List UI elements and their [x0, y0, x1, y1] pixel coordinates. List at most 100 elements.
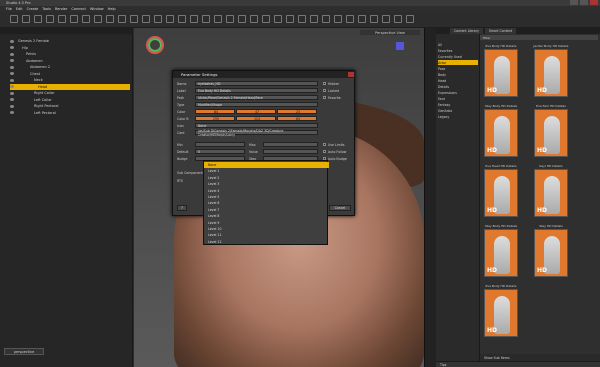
checkbox-auto-follow[interactable] [323, 150, 326, 153]
color-channel-field[interactable]: 64 [277, 116, 317, 121]
show-sub-items-checkbox[interactable]: Show Sub Items [480, 354, 600, 361]
dropdown-option[interactable]: Level 11 [204, 232, 329, 238]
checkbox-locked[interactable] [323, 89, 326, 92]
field-type[interactable]: Modifier/Shape [195, 102, 318, 107]
category-item[interactable]: All [438, 42, 478, 47]
content-tab[interactable]: Smart Content [484, 28, 517, 34]
content-thumbnail[interactable]: HD [484, 49, 518, 97]
visibility-eye-icon[interactable] [10, 98, 14, 101]
dropdown-option[interactable]: Level 3 [204, 181, 329, 187]
field-icon[interactable]: None [195, 123, 318, 128]
tool-icon[interactable] [406, 15, 414, 23]
tool-icon[interactable] [46, 15, 54, 23]
tool-icon[interactable] [94, 15, 102, 23]
category-item[interactable]: Face [438, 96, 478, 101]
dropdown-option[interactable]: Level 8 [204, 213, 329, 219]
menu-item-tools[interactable]: Tools [42, 7, 51, 11]
scene-node-row[interactable]: Hip [10, 45, 130, 51]
minimize-button[interactable] [570, 0, 578, 5]
tool-icon[interactable] [394, 15, 402, 23]
close-button[interactable] [590, 0, 598, 5]
tool-icon[interactable] [178, 15, 186, 23]
tool-icon[interactable] [166, 15, 174, 23]
dialog-title-bar[interactable]: Parameter Settings [173, 71, 356, 78]
cancel-button[interactable]: Cancel [329, 205, 351, 211]
visibility-eye-icon[interactable] [10, 91, 14, 95]
scene-node-row[interactable]: Abdomen 2 [10, 64, 130, 70]
field-card[interactable]: /as/Sub DiGenesis 2/Female/Morphs/DAZ 3D… [195, 129, 318, 137]
dropdown-option[interactable]: Level 2 [204, 175, 329, 181]
dropdown-option[interactable]: Level 10 [204, 226, 329, 232]
scene-node-row[interactable]: Right Collar [10, 90, 130, 96]
content-thumbnail[interactable]: HD [534, 229, 568, 277]
visibility-eye-icon[interactable] [10, 65, 14, 69]
scene-node-row[interactable]: Chest [10, 71, 130, 77]
tool-icon[interactable] [286, 15, 294, 23]
checkbox-use-limits[interactable] [323, 143, 326, 146]
min-field[interactable] [195, 142, 245, 147]
scene-node-row[interactable]: Pelvis [10, 51, 130, 57]
dropdown-option[interactable]: Level 4 [204, 188, 329, 194]
content-thumbnail[interactable]: HD [534, 109, 568, 157]
content-thumbnail[interactable]: HD [534, 169, 568, 217]
maximize-button[interactable] [580, 0, 588, 5]
color-channel-field[interactable]: 255 [195, 116, 235, 121]
menu-item-create[interactable]: Create [27, 7, 39, 11]
tool-icon[interactable] [250, 15, 258, 23]
tool-icon[interactable] [10, 15, 18, 23]
category-item[interactable]: Favorites [438, 48, 478, 53]
field-path[interactable]: /Actor/Pose/Genesis 2 Female/Head/Face [195, 95, 318, 100]
tool-icon[interactable] [274, 15, 282, 23]
visibility-eye-icon[interactable] [10, 59, 14, 62]
content-thumbnail[interactable]: HD [484, 169, 518, 217]
content-thumbnail[interactable]: HD [534, 49, 568, 97]
tool-icon[interactable] [190, 15, 198, 23]
tool-icon[interactable] [310, 15, 318, 23]
field-label[interactable]: Eva Body HD Details [195, 88, 318, 93]
viewport-view-select[interactable]: Perspective View [360, 30, 420, 35]
dropdown-option[interactable]: Level 6 [204, 200, 329, 206]
field-name[interactable]: eyelashes_HD [195, 81, 318, 86]
tips-bar[interactable]: Tips [436, 361, 600, 367]
tool-icon[interactable] [22, 15, 30, 23]
tool-icon[interactable] [202, 15, 210, 23]
menu-item-help[interactable]: Help [108, 7, 116, 11]
menu-item-render[interactable]: Render [55, 7, 67, 11]
tool-icon[interactable] [370, 15, 378, 23]
scene-node-row[interactable]: Left Pectoral [10, 110, 130, 116]
visibility-eye-icon[interactable] [10, 39, 14, 43]
tool-icon[interactable] [238, 15, 246, 23]
dropdown-option[interactable]: Level 5 [204, 194, 329, 200]
help-button[interactable]: ? [177, 205, 187, 211]
visibility-eye-icon[interactable] [10, 52, 14, 56]
category-item[interactable]: Details [438, 84, 478, 89]
menu-item-edit[interactable]: Edit [16, 7, 23, 11]
tool-icon[interactable] [154, 15, 162, 23]
color-channel-field[interactable]: 47 [236, 109, 276, 114]
tool-icon[interactable] [58, 15, 66, 23]
category-item[interactable]: Currently Used [438, 54, 478, 59]
tool-icon[interactable] [34, 15, 42, 23]
visibility-eye-icon[interactable] [10, 72, 14, 75]
tool-icon[interactable] [106, 15, 114, 23]
dialog-close-button[interactable] [348, 72, 354, 77]
view-cube-icon[interactable] [396, 42, 404, 50]
checkbox-hidden[interactable] [323, 82, 326, 85]
visibility-eye-icon[interactable] [10, 78, 14, 82]
scene-node-row[interactable]: Right Pectoral [10, 103, 130, 109]
tool-icon[interactable] [358, 15, 366, 23]
tool-icon[interactable] [298, 15, 306, 23]
category-item[interactable]: Actor [438, 60, 478, 65]
tool-icon[interactable] [334, 15, 342, 23]
scene-node-row[interactable]: Head [10, 83, 130, 90]
dropdown-option[interactable]: Level 9 [204, 220, 329, 226]
category-item[interactable]: Head [438, 78, 478, 83]
tool-icon[interactable] [142, 15, 150, 23]
menu-item-file[interactable]: File [6, 7, 12, 11]
visibility-eye-icon[interactable] [10, 104, 14, 108]
category-item[interactable]: Expressions [438, 90, 478, 95]
scene-node-row[interactable]: Neck [10, 77, 130, 83]
sub-level-dropdown-list[interactable]: None Level 1 Level 2 Level 3 Level 4 Level 5L… [203, 160, 329, 245]
color-channel-field[interactable]: 124 [236, 116, 276, 121]
perspective-button[interactable]: perspective [4, 348, 44, 355]
